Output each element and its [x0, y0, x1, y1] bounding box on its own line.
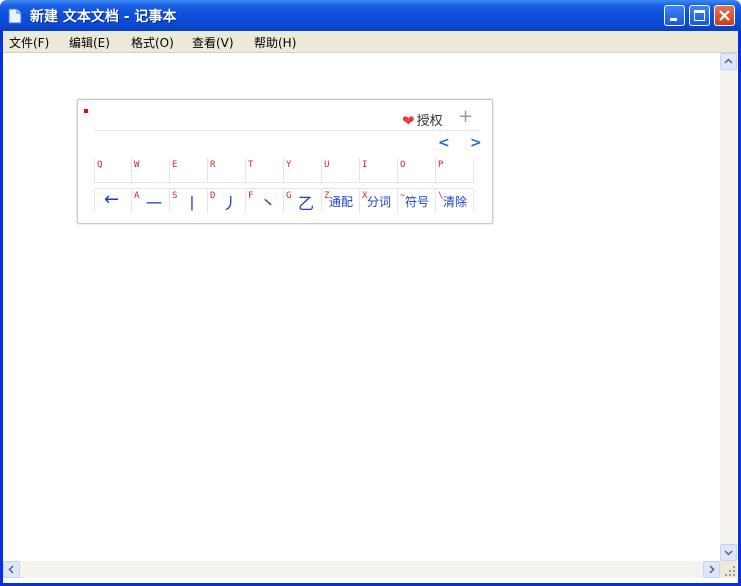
- scroll-up-button[interactable]: [720, 53, 737, 70]
- ime-key-r[interactable]: R: [208, 158, 246, 182]
- menu-bar: 文件(F) 编辑(E) 格式(O) 查看(V) 帮助(H): [3, 31, 738, 53]
- chevron-right-icon: [709, 565, 715, 574]
- maximize-icon: [694, 10, 705, 21]
- ime-key-p[interactable]: P: [436, 158, 474, 182]
- backspace-arrow-icon: ←: [104, 189, 120, 210]
- ime-key-t[interactable]: T: [246, 158, 284, 182]
- key-letter: O: [400, 160, 406, 170]
- ime-key-e[interactable]: E: [170, 158, 208, 182]
- ime-status-dot: [84, 109, 88, 113]
- notepad-window: 新建 文本文档 - 记事本 文件(F) 编辑(E) 格式(O) 查看(V) 帮助…: [0, 0, 741, 586]
- ime-key-segment[interactable]: X 分词: [360, 189, 398, 213]
- function-label: 符号: [405, 195, 430, 209]
- key-letter: Y: [286, 160, 292, 170]
- ime-stroke-row: ← A一 S丨 D丿 F丶 G乙 Z 通配 X 分词 ~ 符号 \ 清除: [94, 188, 474, 213]
- key-letter: U: [324, 160, 330, 170]
- minimize-button[interactable]: [664, 5, 685, 26]
- ime-key-s[interactable]: S丨: [170, 189, 208, 213]
- resize-grip-icon[interactable]: [720, 561, 737, 578]
- stroke-label: 乙: [298, 194, 315, 213]
- menu-file[interactable]: 文件(F): [9, 34, 49, 51]
- chevron-right-icon[interactable]: >: [470, 135, 482, 151]
- key-letter: G: [286, 191, 292, 201]
- ime-letter-row: Q W E R T Y U I O P: [94, 158, 474, 183]
- ime-panel[interactable]: ❤ 授权 + < > Q W E R T Y U I O P ← A一 S丨 D丿…: [77, 99, 493, 224]
- close-icon: [719, 10, 730, 21]
- key-letter: R: [210, 160, 216, 170]
- key-letter: F: [248, 191, 254, 201]
- key-letter: T: [248, 160, 254, 170]
- function-label: 清除: [443, 195, 468, 209]
- chevron-up-icon: [724, 58, 733, 64]
- notepad-icon: [8, 8, 22, 24]
- function-label: 通配: [329, 195, 354, 209]
- menu-format[interactable]: 格式(O): [131, 34, 174, 51]
- chevron-down-icon: [724, 550, 733, 556]
- chevron-left-icon[interactable]: <: [438, 135, 450, 151]
- stroke-label: 丶: [260, 194, 277, 213]
- key-letter: S: [172, 191, 178, 201]
- chevron-left-icon: [8, 565, 14, 574]
- menu-edit[interactable]: 编辑(E): [69, 34, 110, 51]
- title-bar[interactable]: 新建 文本文档 - 记事本: [0, 0, 741, 31]
- key-letter: E: [172, 160, 178, 170]
- minimize-icon: [670, 18, 677, 21]
- key-letter: A: [134, 191, 140, 201]
- maximize-button[interactable]: [689, 5, 710, 26]
- ime-key-f[interactable]: F丶: [246, 189, 284, 213]
- auth-link[interactable]: ❤ 授权: [402, 110, 443, 130]
- plus-icon[interactable]: +: [458, 106, 473, 127]
- ime-key-w[interactable]: W: [132, 158, 170, 182]
- ime-key-clear[interactable]: \ 清除: [436, 189, 474, 213]
- ime-key-q[interactable]: Q: [94, 158, 132, 182]
- ime-key-a[interactable]: A一: [132, 189, 170, 213]
- stroke-label: 丨: [184, 194, 201, 213]
- window-border-left: [0, 31, 3, 586]
- ime-key-d[interactable]: D丿: [208, 189, 246, 213]
- ime-key-i[interactable]: I: [360, 158, 398, 182]
- ime-key-u[interactable]: U: [322, 158, 360, 182]
- vertical-scrollbar[interactable]: [720, 53, 737, 561]
- horizontal-scrollbar[interactable]: [3, 561, 720, 578]
- heart-icon: ❤: [402, 112, 415, 130]
- ime-divider: [94, 130, 480, 131]
- close-button[interactable]: [714, 5, 735, 26]
- stroke-label: 丿: [222, 194, 239, 213]
- key-letter: Q: [97, 160, 103, 170]
- key-letter: W: [134, 160, 140, 170]
- menu-help[interactable]: 帮助(H): [254, 34, 296, 51]
- ime-key-symbols[interactable]: ~ 符号: [398, 189, 436, 213]
- ime-key-backspace[interactable]: ←: [94, 189, 132, 213]
- menu-view[interactable]: 查看(V): [192, 34, 234, 51]
- window-title: 新建 文本文档 - 记事本: [30, 9, 177, 25]
- ime-key-g[interactable]: G乙: [284, 189, 322, 213]
- stroke-label: 一: [146, 194, 163, 213]
- key-letter: P: [438, 160, 444, 170]
- scroll-right-button[interactable]: [703, 561, 720, 578]
- ime-key-o[interactable]: O: [398, 158, 436, 182]
- key-letter: D: [210, 191, 216, 201]
- key-letter: I: [362, 160, 368, 170]
- auth-label: 授权: [416, 114, 443, 129]
- ime-key-y[interactable]: Y: [284, 158, 322, 182]
- function-label: 分词: [367, 195, 392, 209]
- ime-key-wildcard[interactable]: Z 通配: [322, 189, 360, 213]
- scroll-left-button[interactable]: [3, 561, 20, 578]
- scroll-down-button[interactable]: [720, 544, 737, 561]
